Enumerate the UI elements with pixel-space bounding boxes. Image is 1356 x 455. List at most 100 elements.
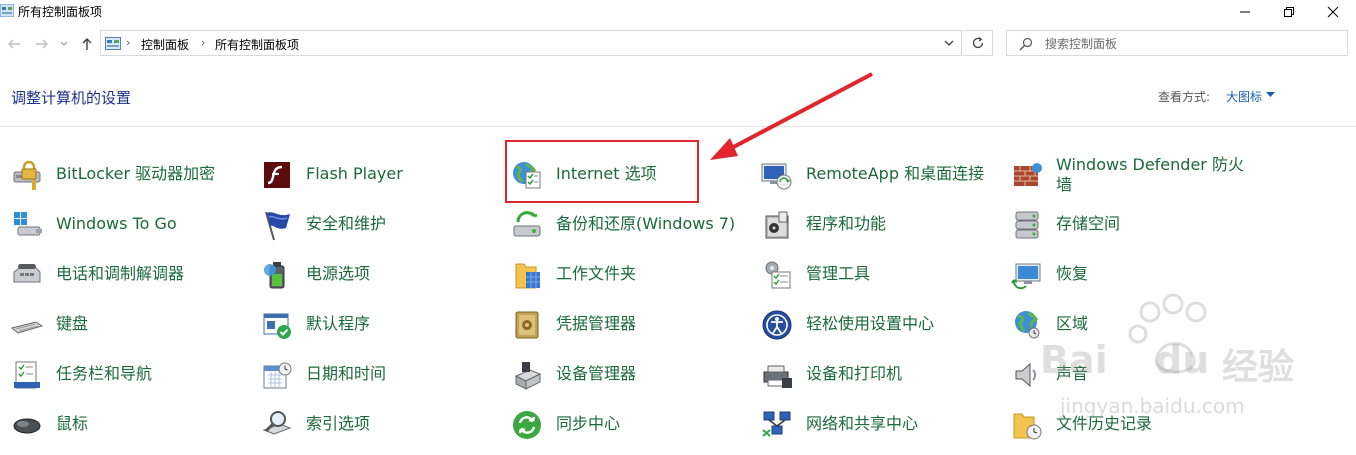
date-time-icon: [263, 362, 292, 389]
item-ease-of-access[interactable]: 轻松使用设置中心: [760, 300, 1000, 348]
search-box[interactable]: [1006, 30, 1348, 56]
watermark-brand: Bai: [1040, 338, 1108, 382]
item-power-options[interactable]: 电源选项: [260, 250, 500, 298]
address-bar[interactable]: › 控制面板 › 所有控制面板项: [100, 30, 962, 56]
item-label: 恢复: [1056, 264, 1089, 283]
item-default-programs[interactable]: 默认程序: [260, 300, 500, 348]
item-taskbar-navigation[interactable]: 任务栏和导航: [10, 350, 250, 398]
refresh-button[interactable]: [963, 30, 993, 56]
item-admin-tools[interactable]: 管理工具: [760, 250, 1000, 298]
item-label: 工作文件夹: [556, 264, 637, 283]
indexing-icon: [262, 411, 292, 435]
security-flag-icon: [265, 211, 290, 241]
annotation-arrow-icon: [710, 72, 873, 160]
minimize-button[interactable]: [1222, 0, 1268, 24]
refresh-icon: [972, 36, 983, 49]
phone-modem-icon: [13, 264, 41, 283]
item-label: 默认程序: [306, 314, 371, 333]
back-button[interactable]: [5, 35, 23, 53]
item-label: Windows To Go: [56, 214, 177, 233]
item-backup-restore[interactable]: 备份和还原(Windows 7): [510, 200, 750, 248]
item-label: 设备管理器: [556, 364, 637, 383]
item-label: 程序和功能: [806, 214, 887, 233]
chevron-down-icon[interactable]: [943, 37, 955, 49]
watermark-url: jingyan.baidu.com: [1060, 394, 1245, 418]
item-device-manager[interactable]: 设备管理器: [510, 350, 750, 398]
credential-icon: [515, 311, 539, 339]
chevron-down-icon: [60, 41, 68, 46]
item-label: 安全和维护: [306, 214, 387, 233]
sync-icon: [513, 411, 541, 439]
backup-icon: [513, 211, 541, 237]
item-label: 存储空间: [1056, 214, 1121, 233]
default-programs-icon: [263, 313, 291, 339]
item-label: 备份和还原(Windows 7): [556, 214, 736, 233]
item-mouse[interactable]: 鼠标: [10, 400, 250, 448]
flash-icon: [264, 162, 290, 188]
watermark-brand-2: du: [1155, 338, 1210, 382]
mouse-icon: [13, 418, 41, 434]
item-sync-center[interactable]: 同步中心: [510, 400, 750, 448]
keyboard-icon: [10, 321, 44, 334]
recovery-icon: [1011, 263, 1041, 290]
item-keyboard[interactable]: 键盘: [10, 300, 250, 348]
control-panel-icon: [0, 4, 14, 17]
breadcrumb-all-items[interactable]: 所有控制面板项: [215, 36, 299, 53]
breadcrumb-control-panel[interactable]: 控制面板: [141, 36, 189, 53]
recent-locations-button[interactable]: [58, 35, 70, 53]
breadcrumb-separator-icon: ›: [126, 36, 131, 49]
watermark-cn: 经验: [1222, 347, 1295, 388]
item-label: Windows Defender 防火墙: [1056, 155, 1244, 194]
item-devices-printers[interactable]: 设备和打印机: [760, 350, 1000, 398]
caret-down-icon[interactable]: [1266, 92, 1275, 98]
item-label: 日期和时间: [306, 364, 387, 383]
item-label: 电话和调制解调器: [56, 264, 185, 283]
taskbar-icon: [14, 361, 40, 389]
item-date-time[interactable]: 日期和时间: [260, 350, 500, 398]
close-button[interactable]: [1310, 0, 1356, 24]
power-icon: [264, 262, 285, 289]
control-panel-icon: [105, 37, 121, 50]
minimize-icon: [1240, 11, 1250, 13]
item-windows-defender-firewall[interactable]: Windows Defender 防火墙: [1010, 150, 1250, 198]
item-label: 凭据管理器: [556, 314, 637, 333]
item-network-sharing[interactable]: 网络和共享中心: [760, 400, 1000, 448]
item-programs-features[interactable]: 程序和功能: [760, 200, 1000, 248]
highlight-box: [505, 140, 699, 203]
maximize-button[interactable]: [1266, 0, 1312, 24]
windows-to-go-icon: [14, 212, 42, 236]
title-bar: 所有控制面板项: [0, 0, 1356, 24]
network-icon: [762, 411, 791, 437]
page-title: 调整计算机的设置: [11, 89, 132, 107]
view-by-label: 查看方式:: [1158, 90, 1211, 104]
firewall-icon: [1014, 163, 1042, 186]
forward-button[interactable]: [33, 35, 51, 53]
item-indexing-options[interactable]: 索引选项: [260, 400, 500, 448]
up-button[interactable]: [78, 35, 96, 53]
arrow-up-icon: [82, 38, 92, 50]
search-input[interactable]: [1045, 35, 1335, 53]
arrow-left-icon: [8, 39, 20, 49]
view-by-dropdown[interactable]: 大图标: [1226, 88, 1262, 105]
item-credential-manager[interactable]: 凭据管理器: [510, 300, 750, 348]
item-storage-spaces[interactable]: 存储空间: [1010, 200, 1250, 248]
item-windows-to-go[interactable]: Windows To Go: [10, 200, 250, 248]
item-label: 鼠标: [56, 414, 89, 433]
item-label: 同步中心: [556, 414, 621, 433]
header-divider: [0, 126, 1356, 127]
item-security-maintenance[interactable]: 安全和维护: [260, 200, 500, 248]
search-icon: [1019, 37, 1033, 51]
item-label: 轻松使用设置中心: [806, 314, 935, 333]
device-manager-icon: [514, 362, 542, 390]
item-bitlocker[interactable]: BitLocker 驱动器加密: [10, 150, 250, 198]
item-label: 电源选项: [306, 264, 371, 283]
item-flash-player[interactable]: Flash Player: [260, 150, 500, 198]
breadcrumb-separator-icon: ›: [201, 36, 206, 49]
printer-icon: [763, 365, 792, 388]
item-phone-modem[interactable]: 电话和调制解调器: [10, 250, 250, 298]
item-work-folders[interactable]: 工作文件夹: [510, 250, 750, 298]
bitlocker-icon: [13, 160, 41, 190]
item-label: 网络和共享中心: [806, 414, 919, 433]
item-label: 任务栏和导航: [56, 364, 153, 383]
item-label: 管理工具: [806, 264, 871, 283]
